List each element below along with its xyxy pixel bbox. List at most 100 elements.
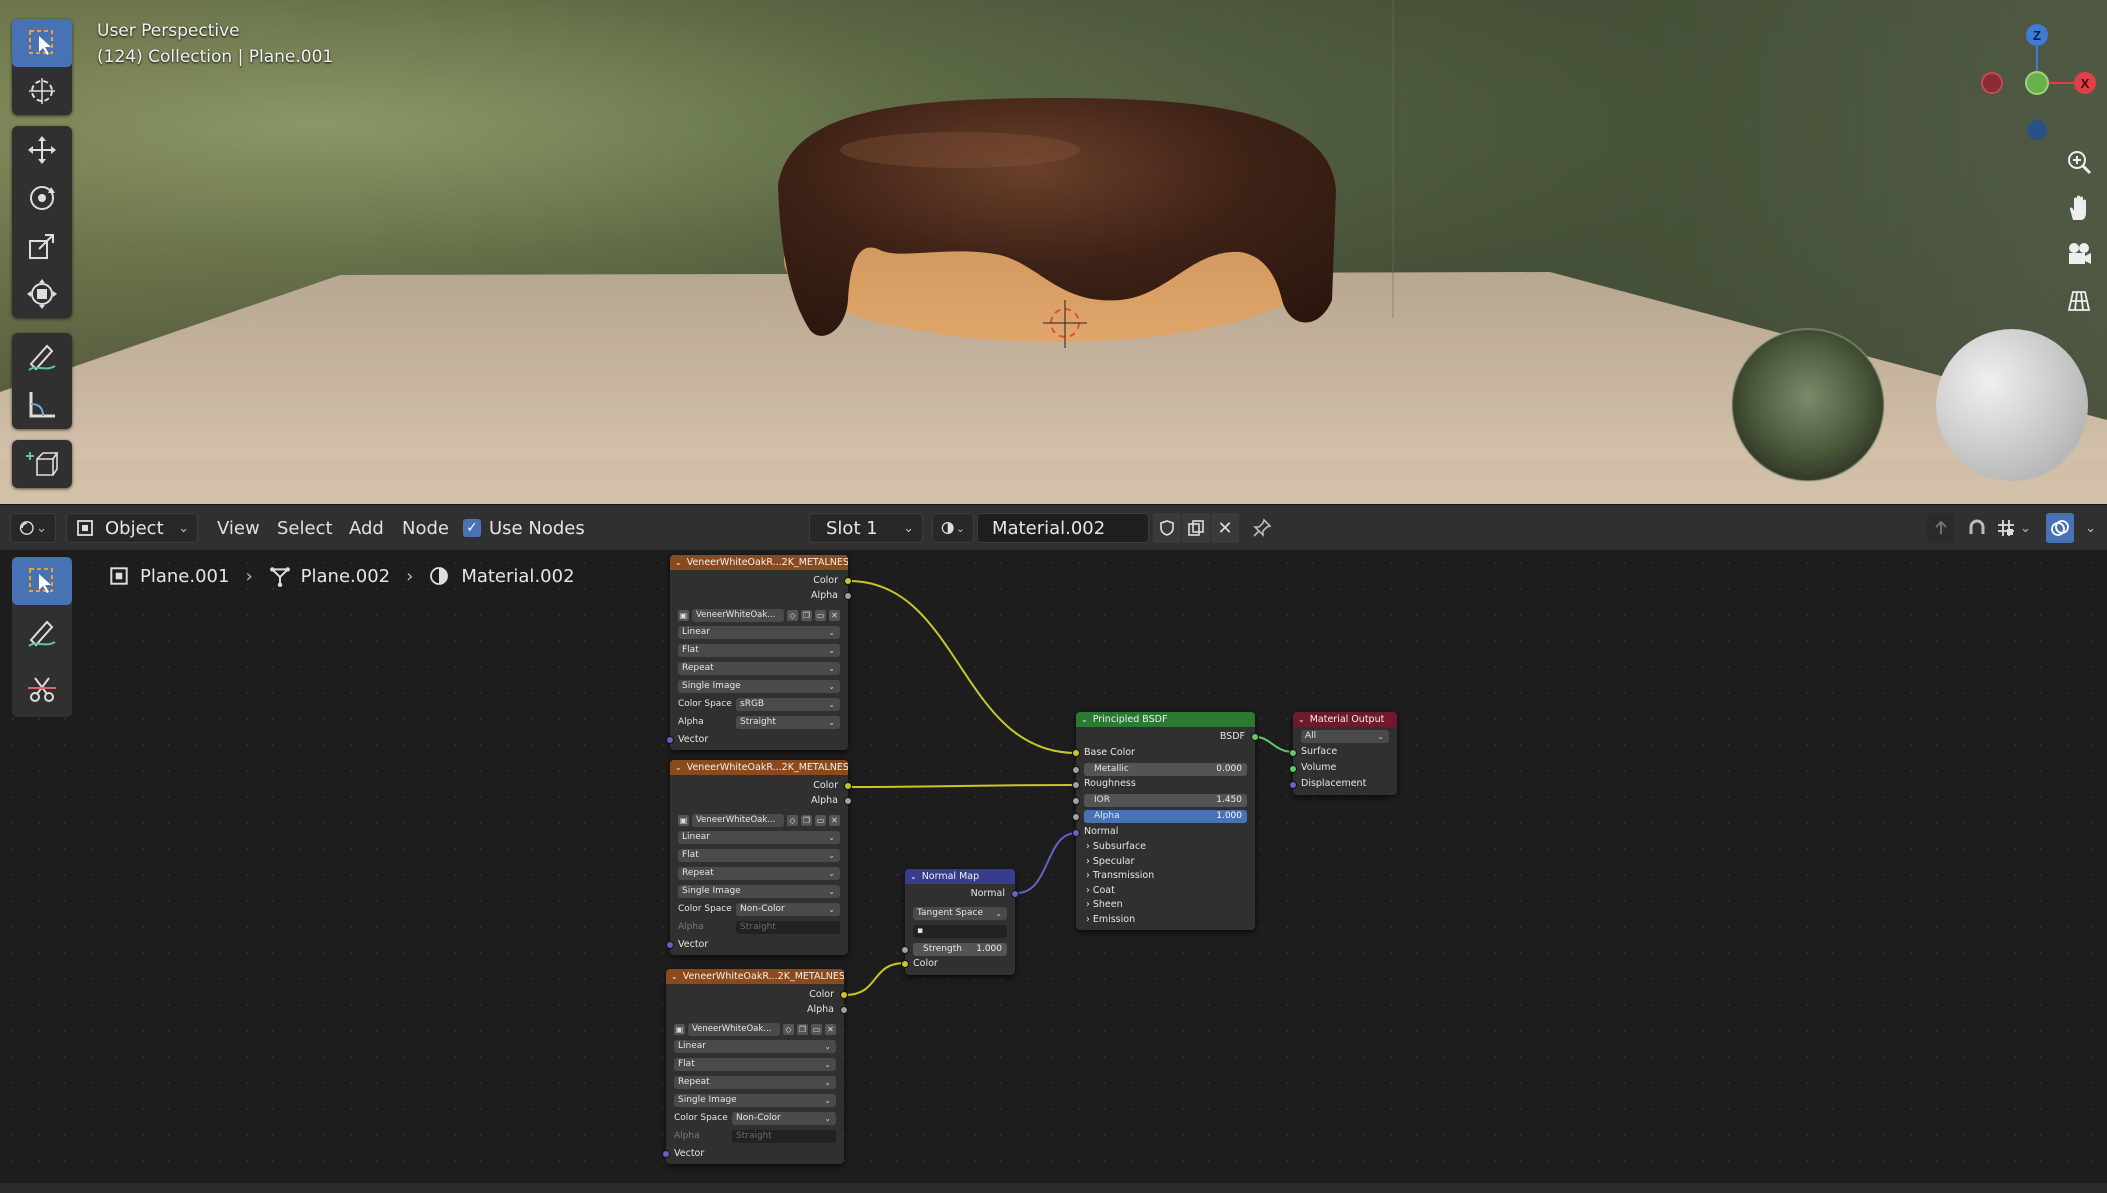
principled-bsdf-node[interactable]: ⌄ Principled BSDF BSDF Base Color Metalli… [1072, 712, 1259, 930]
scale-tool[interactable] [12, 222, 72, 270]
displacement-input-socket[interactable] [1289, 781, 1297, 789]
collapse-arrow-icon[interactable]: ⌄ [671, 972, 678, 981]
color-input-socket[interactable] [901, 960, 909, 968]
vector-input-socket[interactable] [666, 736, 674, 744]
close-icon[interactable]: ✕ [829, 609, 840, 621]
collapse-arrow-icon[interactable]: ⌄ [1298, 715, 1305, 724]
select-menu[interactable]: Select [277, 513, 333, 543]
unlink-material-button[interactable]: ✕ [1211, 513, 1239, 543]
normal-input-socket[interactable] [1072, 829, 1080, 837]
shield-icon[interactable]: ◇ [787, 609, 798, 621]
snapping-toggle[interactable] [1963, 513, 1991, 543]
3d-viewport[interactable]: User Perspective (124) Collection | Plan… [0, 0, 2107, 504]
panel-specular[interactable]: › Specular [1086, 856, 1134, 867]
image-texture-node-2[interactable]: ⌄ VeneerWhiteOakR...2K_METALNESS.png Colo… [666, 760, 852, 955]
space-dropdown[interactable]: Tangent Space ⌄ [913, 907, 1007, 920]
image-browse-icon[interactable]: ▣ [678, 609, 689, 621]
image-selector[interactable]: ▣ VeneerWhiteOak... ◇ ❐ ▭ ✕ [678, 813, 840, 827]
node-select-tool[interactable] [12, 557, 72, 605]
alpha-output-socket[interactable] [844, 592, 852, 600]
normal-output-socket[interactable] [1011, 890, 1019, 898]
overlays-toggle[interactable] [2046, 513, 2074, 543]
links-cut-tool[interactable] [12, 661, 72, 717]
zoom-button[interactable] [2060, 143, 2098, 181]
duplicate-icon[interactable]: ❐ [797, 1023, 808, 1035]
panel-transmission[interactable]: › Transmission [1086, 870, 1154, 881]
snap-target-dropdown[interactable]: ⌄ [1996, 513, 2040, 543]
node-editor-canvas[interactable] [0, 550, 2107, 1193]
slot-dropdown[interactable]: Slot 1 ⌄ [809, 513, 923, 543]
alpha-mode-dropdown[interactable]: Straight ⌄ [736, 716, 840, 729]
projection-dropdown[interactable]: Flat ⌄ [674, 1058, 836, 1071]
colorspace-dropdown[interactable]: sRGB ⌄ [736, 698, 840, 711]
shield-icon[interactable]: ◇ [787, 814, 798, 826]
cursor-tool[interactable] [12, 67, 72, 115]
node-header[interactable]: ⌄ VeneerWhiteOakR...2K_METALNESS.png [670, 760, 848, 775]
object-mode-dropdown[interactable]: Object ⌄ [66, 513, 198, 543]
image-browse-icon[interactable]: ▣ [678, 814, 689, 826]
parent-node-tree-button[interactable] [1927, 513, 1955, 543]
normal-map-node[interactable]: ⌄ Normal Map Normal Tangent Space ⌄ ▪ Stre… [901, 869, 1019, 975]
duplicate-icon[interactable]: ❐ [801, 609, 812, 621]
annotate-tool[interactable] [12, 333, 72, 381]
view-menu[interactable]: View [217, 513, 260, 543]
source-dropdown[interactable]: Single Image ⌄ [678, 885, 840, 898]
uv-map-field[interactable]: ▪ [913, 925, 1007, 938]
node-annotate-tool[interactable] [12, 605, 72, 661]
metallic-input-socket[interactable] [1072, 766, 1080, 774]
interpolation-dropdown[interactable]: Linear ⌄ [678, 626, 840, 639]
close-icon[interactable]: ✕ [825, 1023, 836, 1035]
editor-type-dropdown[interactable]: ⌄ [10, 513, 56, 543]
navigation-gizmo[interactable]: Z X [1960, 18, 2100, 148]
projection-dropdown[interactable]: Flat ⌄ [678, 849, 840, 862]
projection-dropdown[interactable]: Flat ⌄ [678, 644, 840, 657]
target-dropdown[interactable]: All ⌄ [1301, 730, 1389, 743]
panel-emission[interactable]: › Emission [1086, 914, 1135, 925]
node-header[interactable]: ⌄ Normal Map [905, 869, 1015, 884]
add-cube-tool[interactable] [12, 440, 72, 488]
folder-icon[interactable]: ▭ [815, 609, 826, 621]
color-output-socket[interactable] [844, 577, 852, 585]
alpha-output-socket[interactable] [840, 1006, 848, 1014]
metallic-slider[interactable]: Metallic 0.000 [1084, 763, 1247, 776]
collapse-arrow-icon[interactable]: ⌄ [675, 558, 682, 567]
surface-input-socket[interactable] [1289, 749, 1297, 757]
collapse-arrow-icon[interactable]: ⌄ [675, 763, 682, 772]
ior-input-socket[interactable] [1072, 797, 1080, 805]
color-output-socket[interactable] [840, 991, 848, 999]
volume-input-socket[interactable] [1289, 765, 1297, 773]
panel-subsurface[interactable]: › Subsurface [1086, 841, 1146, 852]
image-name[interactable]: VeneerWhiteOak... [692, 813, 784, 827]
duplicate-material-button[interactable] [1182, 513, 1210, 543]
measure-tool[interactable] [12, 381, 72, 429]
vector-input-socket[interactable] [666, 941, 674, 949]
colorspace-dropdown[interactable]: Non-Color ⌄ [732, 1112, 836, 1125]
strength-input-socket[interactable] [901, 946, 909, 954]
panel-sheen[interactable]: › Sheen [1086, 899, 1123, 910]
image-selector[interactable]: ▣ VeneerWhiteOak... ◇ ❐ ▭ ✕ [678, 608, 840, 622]
node-header[interactable]: ⌄ Material Output [1293, 712, 1397, 727]
extension-dropdown[interactable]: Repeat ⌄ [678, 662, 840, 675]
interpolation-dropdown[interactable]: Linear ⌄ [674, 1040, 836, 1053]
camera-view-button[interactable] [2060, 235, 2098, 273]
transform-tool[interactable] [12, 270, 72, 318]
close-icon[interactable]: ✕ [829, 814, 840, 826]
collapse-arrow-icon[interactable]: ⌄ [1081, 715, 1088, 724]
node-header[interactable]: ⌄ Principled BSDF [1076, 712, 1255, 727]
select-box-tool[interactable] [12, 19, 72, 67]
source-dropdown[interactable]: Single Image ⌄ [674, 1094, 836, 1107]
alpha-slider[interactable]: Alpha 1.000 [1084, 810, 1247, 823]
material-output-node[interactable]: ⌄ Material Output All ⌄ Surface Volume Dis… [1289, 712, 1397, 795]
node-header[interactable]: ⌄ VeneerWhiteOakR...2K_METALNESS.png [670, 555, 848, 570]
shield-icon[interactable]: ◇ [783, 1023, 794, 1035]
rotate-tool[interactable] [12, 174, 72, 222]
node-header[interactable]: ⌄ VeneerWhiteOakR...2K_METALNESS.png [666, 969, 844, 984]
image-selector[interactable]: ▣ VeneerWhiteOak... ◇ ❐ ▭ ✕ [674, 1022, 836, 1036]
image-name[interactable]: VeneerWhiteOak... [688, 1022, 780, 1036]
alpha-input-socket[interactable] [1072, 813, 1080, 821]
colorspace-dropdown[interactable]: Non-Color ⌄ [736, 903, 840, 916]
image-browse-icon[interactable]: ▣ [674, 1023, 685, 1035]
alpha-output-socket[interactable] [844, 797, 852, 805]
image-name[interactable]: VeneerWhiteOak... [692, 608, 784, 622]
move-tool[interactable] [12, 126, 72, 174]
